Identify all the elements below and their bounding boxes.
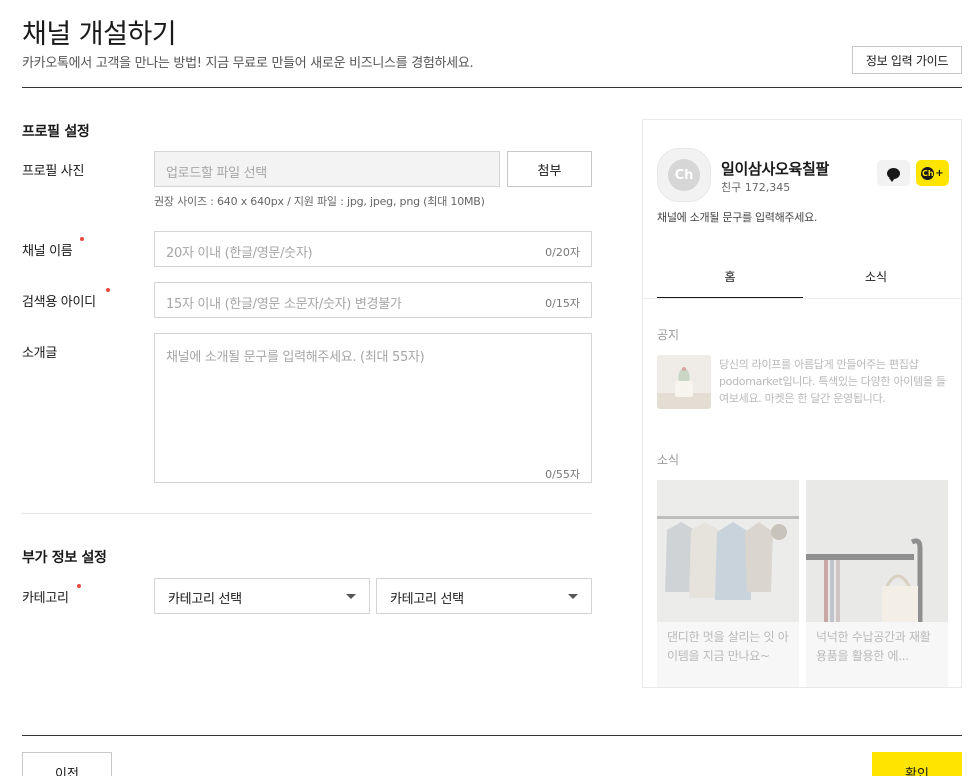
category-select-secondary[interactable]: 카테고리 선택 bbox=[376, 578, 592, 614]
intro-textarea[interactable]: 채널에 소개될 문구를 입력해주세요. (최대 55자) 0/55자 bbox=[154, 333, 592, 483]
extra-section-title: 부가 정보 설정 bbox=[22, 550, 107, 566]
input-guide-button[interactable]: 정보 입력 가이드 bbox=[852, 46, 962, 74]
preview-tab-home: 홈 bbox=[657, 268, 803, 298]
channel-logo-icon: Ch bbox=[668, 159, 700, 191]
category-label: 카테고리 bbox=[22, 591, 69, 606]
preview-friend-count: 친구 172,345 bbox=[721, 181, 791, 194]
channel-name-label: 채널 이름 bbox=[22, 244, 73, 259]
hanger-bag-image bbox=[806, 480, 948, 622]
search-id-placeholder: 15자 이내 (한글/영문 소문자/숫자) 변경불가 bbox=[166, 297, 402, 312]
preview-news-heading: 소식 bbox=[657, 453, 680, 467]
search-id-label: 검색용 아이디 bbox=[22, 295, 96, 310]
category-select-primary[interactable]: 카테고리 선택 bbox=[154, 578, 370, 614]
category-select-value: 카테고리 선택 bbox=[168, 592, 242, 607]
required-indicator bbox=[77, 584, 81, 588]
news-card-caption: 댄디한 멋을 살리는 잇 아이템을 지금 만나요~ bbox=[667, 630, 789, 663]
profile-photo-label: 프로필 사진 bbox=[22, 164, 85, 179]
preview-news-card: 넉넉한 수납공간과 재활용품을 활용한 에... bbox=[806, 480, 948, 687]
preview-notice-text: 당신의 라이프를 아름답게 만들어주는 편집샵 podomarket입니다. 특… bbox=[719, 358, 946, 405]
search-id-input[interactable]: 15자 이내 (한글/영문 소문자/숫자) 변경불가 0/15자 bbox=[154, 282, 592, 318]
preview-tab-news: 소식 bbox=[864, 270, 888, 284]
intro-counter: 0/55자 bbox=[545, 468, 580, 481]
profile-photo-file-input[interactable]: 업로드할 파일 선택 bbox=[154, 151, 500, 187]
page-title: 채널 개설하기 bbox=[22, 19, 177, 50]
chevron-down-icon bbox=[568, 594, 578, 599]
intro-placeholder: 채널에 소개될 문구를 입력해주세요. (최대 55자) bbox=[166, 350, 425, 365]
chevron-down-icon bbox=[346, 594, 356, 599]
preview-channel-name: 일이삼사오육칠팔 bbox=[721, 160, 830, 178]
required-indicator bbox=[106, 288, 110, 292]
file-input-placeholder: 업로드할 파일 선택 bbox=[166, 166, 267, 181]
clothing-rack-image bbox=[657, 480, 799, 622]
footer-divider bbox=[22, 735, 962, 736]
channel-name-placeholder: 20자 이내 (한글/영문/숫자) bbox=[166, 246, 313, 261]
preview-news-card: 댄디한 멋을 살리는 잇 아이템을 지금 만나요~ bbox=[657, 480, 799, 687]
profile-section-title: 프로필 설정 bbox=[22, 124, 90, 140]
page-subtitle: 카카오톡에서 고객을 만나는 방법! 지금 무료로 만들어 새로운 비즈니스를 … bbox=[22, 56, 474, 71]
section-divider bbox=[22, 513, 592, 514]
required-indicator bbox=[80, 237, 84, 241]
file-size-hint: 권장 사이즈 : 640 x 640px / 지원 파일 : jpg, jpeg… bbox=[154, 195, 485, 208]
search-id-counter: 0/15자 bbox=[545, 297, 580, 310]
news-card-caption: 넉넉한 수납공간과 재활용품을 활용한 에... bbox=[816, 630, 931, 663]
preview-tab-divider bbox=[643, 298, 961, 299]
channel-name-input[interactable]: 20자 이내 (한글/영문/숫자) 0/20자 bbox=[154, 231, 592, 267]
channel-name-counter: 0/20자 bbox=[545, 246, 580, 259]
preview-intro-text: 채널에 소개될 문구를 입력해주세요. bbox=[657, 211, 818, 224]
channel-add-icon: Ch bbox=[921, 166, 935, 180]
preview-chat-button bbox=[877, 160, 910, 186]
channel-preview-panel: Ch 일이삼사오육칠팔 친구 172,345 Ch + 채널에 소개될 문구를 입… bbox=[642, 119, 962, 688]
preview-add-channel-button: Ch + bbox=[916, 160, 949, 186]
preview-notice-heading: 공지 bbox=[657, 328, 680, 342]
preview-avatar: Ch bbox=[657, 148, 711, 202]
prev-button[interactable]: 이전 bbox=[22, 752, 112, 776]
notice-thumbnail-image bbox=[657, 355, 711, 409]
attach-button[interactable]: 첨부 bbox=[507, 151, 592, 187]
confirm-button[interactable]: 확인 bbox=[872, 752, 962, 776]
header-divider bbox=[22, 87, 962, 88]
intro-label: 소개글 bbox=[22, 346, 57, 361]
category-select-value: 카테고리 선택 bbox=[390, 592, 464, 607]
chat-bubble-icon bbox=[887, 167, 900, 182]
